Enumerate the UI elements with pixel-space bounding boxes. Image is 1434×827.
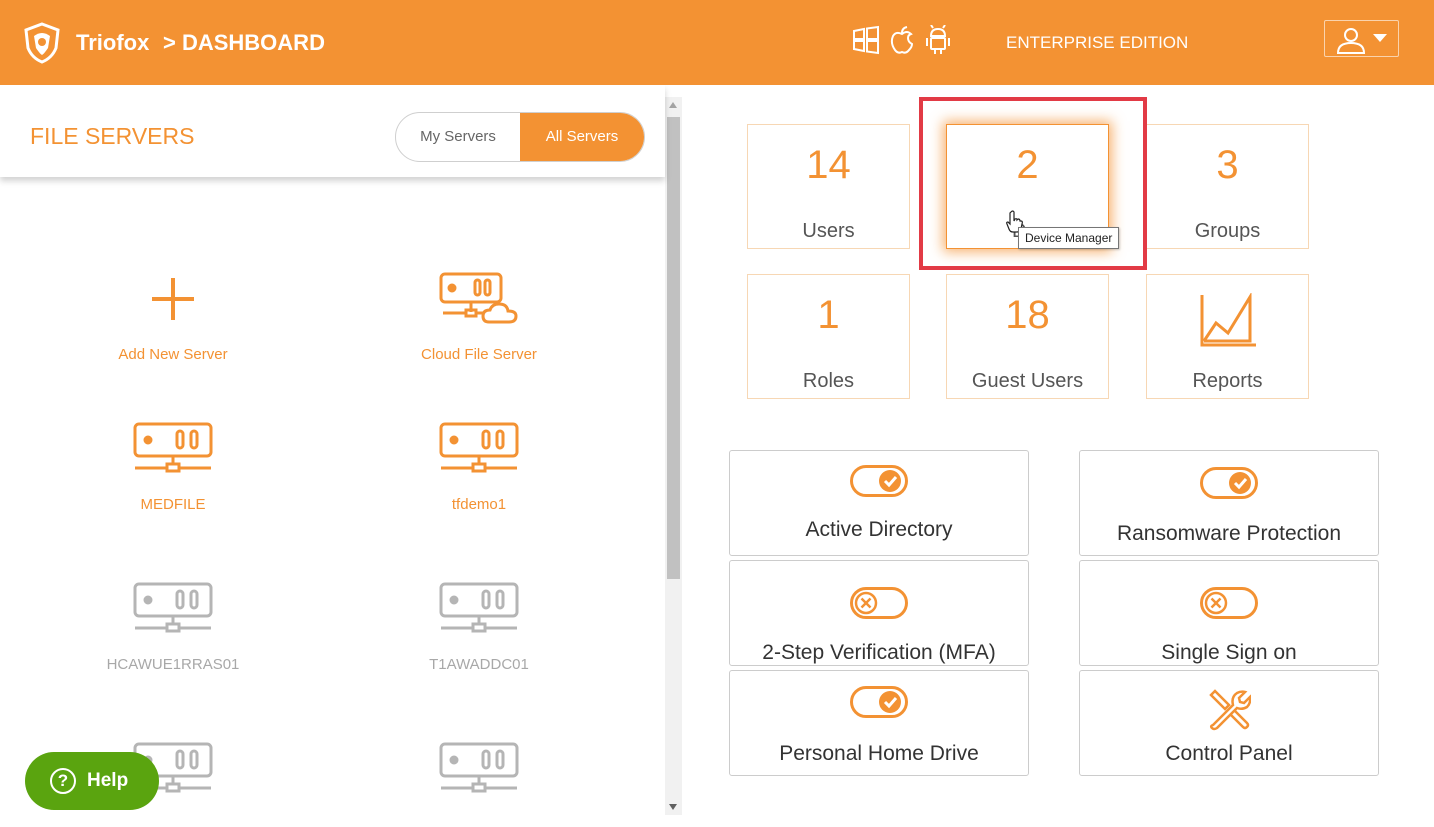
reports-chart-icon [1200,293,1256,347]
ransomware-protection-label: Ransomware Protection [1116,522,1342,545]
personal-home-drive-card[interactable]: Personal Home Drive [729,670,1029,776]
windows-icon[interactable] [852,25,880,55]
single-sign-on-label: Single Sign on [1161,641,1297,664]
toggle-off-icon[interactable] [1200,587,1258,619]
reports-card[interactable]: Reports [1146,274,1309,399]
question-mark-icon: ? [50,768,76,794]
toggle-off-icon[interactable] [850,587,908,619]
mfa-label: 2-Step Verification (MFA) [762,641,996,664]
tile-label: T1AWADDC01 [429,656,529,673]
groups-count: 3 [1216,143,1239,187]
platform-icons [852,24,952,55]
tools-icon [1209,689,1251,731]
toggle-on-icon[interactable] [850,686,908,718]
active-directory-label: Active Directory [805,518,953,541]
server-tile-hcawue1rras01[interactable]: HCAWUE1RRAS01 [73,582,273,673]
personal-home-drive-label: Personal Home Drive [779,742,979,765]
cloud-server-icon [439,272,518,324]
device-manager-tooltip: Device Manager [1018,227,1120,249]
guest-users-label: Guest Users [971,370,1084,392]
server-filter-toggle: My Servers All Servers [395,112,645,162]
scrollbar-thumb[interactable] [667,117,680,579]
edition-label: ENTERPRISE EDITION [1006,33,1189,52]
cloud-file-server-tile[interactable]: Cloud File Server [379,272,579,363]
toggle-on-icon[interactable] [1200,467,1258,499]
breadcrumb: > DASHBOARD [163,30,325,55]
add-new-server-tile[interactable]: Add New Server [73,272,273,363]
roles-card[interactable]: 1 Roles [747,274,910,399]
users-count: 14 [806,143,851,187]
tile-label: Cloud File Server [421,346,537,363]
users-label: Users [802,220,855,242]
scroll-down-arrow-icon[interactable] [669,804,677,810]
groups-label: Groups [1194,220,1261,242]
plus-icon [152,278,194,320]
tile-label: Add New Server [118,346,228,363]
top-bar: Triofox > DASHBOARD ENTERPRISE EDITION [0,0,1434,85]
toggle-on-icon[interactable] [850,465,908,497]
scroll-up-arrow-icon[interactable] [669,102,677,108]
mfa-card[interactable]: 2-Step Verification (MFA) [729,560,1029,666]
users-card[interactable]: 14 Users [747,124,910,249]
file-servers-title: FILE SERVERS [30,123,195,149]
file-servers-header: FILE SERVERS My Servers All Servers [0,85,665,177]
app-name[interactable]: Triofox [76,30,149,56]
server-tile-t1awaddc01[interactable]: T1AWADDC01 [379,582,579,673]
ransomware-protection-card[interactable]: Ransomware Protection [1079,450,1379,556]
android-icon[interactable] [924,24,952,55]
help-button[interactable]: ? Help [25,752,159,810]
help-label: Help [87,770,129,791]
server-icon [439,742,519,793]
user-menu-button[interactable] [1324,20,1399,57]
my-servers-button[interactable]: My Servers [396,113,520,161]
control-panel-card[interactable]: Control Panel [1079,670,1379,776]
reports-label: Reports [1192,370,1263,392]
triofox-logo-icon[interactable] [22,22,62,64]
all-servers-button[interactable]: All Servers [520,113,644,161]
guest-users-count: 18 [1005,293,1050,337]
server-tile-partial[interactable] [379,742,579,798]
roles-label: Roles [802,370,855,392]
control-panel-label: Control Panel [1165,742,1293,765]
single-sign-on-card[interactable]: Single Sign on [1079,560,1379,666]
server-tile-medfile[interactable]: MEDFILE [73,422,273,513]
scrollbar[interactable] [665,97,682,815]
user-avatar-icon [1336,28,1366,54]
roles-count: 1 [817,293,840,337]
tile-label: tfdemo1 [451,496,507,513]
server-icon [133,582,213,633]
server-icon [133,422,213,473]
chevron-down-icon [1373,34,1387,42]
tile-label: HCAWUE1RRAS01 [106,656,240,673]
server-tile-tfdemo1[interactable]: tfdemo1 [379,422,579,513]
server-icon [439,582,519,633]
apple-icon[interactable] [888,25,916,55]
groups-card[interactable]: 3 Groups [1146,124,1309,249]
server-icon [439,422,519,473]
tile-label: MEDFILE [140,496,206,513]
file-servers-panel: FILE SERVERS My Servers All Servers Add … [0,85,683,827]
active-directory-card[interactable]: Active Directory [729,450,1029,556]
guest-users-card[interactable]: 18 Guest Users [946,274,1109,399]
